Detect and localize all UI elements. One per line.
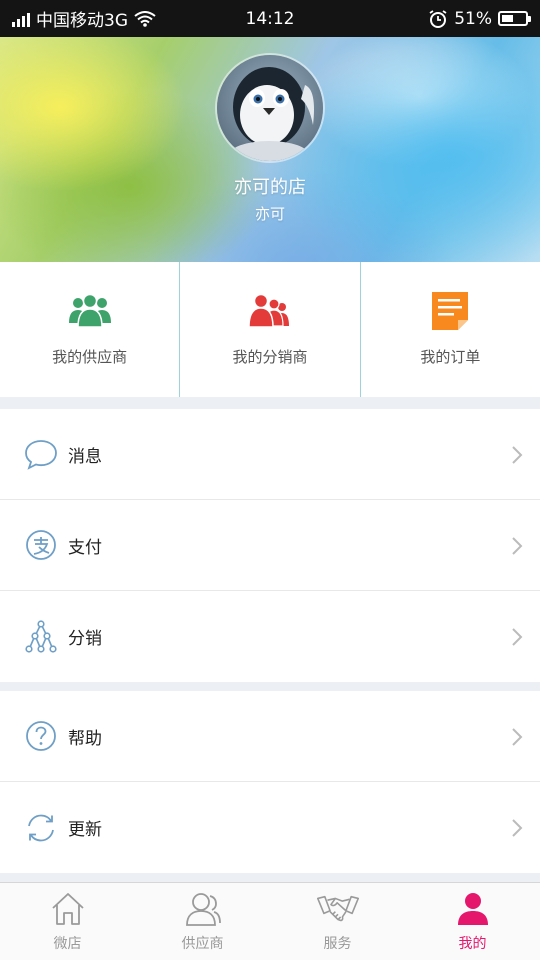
battery-icon bbox=[498, 11, 531, 26]
tab-mine[interactable]: 我的 bbox=[405, 883, 540, 960]
chevron-right-icon bbox=[512, 728, 523, 746]
shop-name: 亦可的店 bbox=[234, 177, 306, 198]
bottom-tab-bar: 微店 供应商 服务 我的 bbox=[0, 882, 540, 960]
payment-icon bbox=[24, 528, 58, 562]
battery-percent: 51% bbox=[454, 8, 492, 29]
shop-home-icon bbox=[46, 889, 90, 929]
user-name: 亦可 bbox=[254, 205, 285, 223]
my-orders-label: 我的订单 bbox=[420, 348, 481, 366]
avatar[interactable] bbox=[215, 53, 325, 163]
handshake-icon bbox=[316, 889, 360, 929]
alarm-icon bbox=[429, 9, 447, 28]
menu-group-1: 消息 支付 分销 bbox=[0, 409, 540, 682]
my-suppliers-label: 我的供应商 bbox=[52, 348, 128, 366]
menu-label: 更新 bbox=[68, 820, 102, 840]
my-orders-button[interactable]: 我的订单 bbox=[359, 262, 540, 397]
distribution-icon bbox=[24, 619, 58, 654]
suppliers-icon bbox=[66, 290, 114, 332]
supplier-person-icon bbox=[181, 889, 225, 929]
clock-time: 14:12 bbox=[245, 8, 295, 29]
tab-label: 服务 bbox=[323, 936, 352, 952]
quick-links: 我的供应商 我的分销商 我的订单 bbox=[0, 262, 540, 397]
profile-banner: 亦可的店 亦可 bbox=[0, 37, 540, 262]
chevron-right-icon bbox=[512, 628, 523, 646]
status-bar: 中国移动3G 14:12 51% bbox=[0, 0, 540, 37]
chevron-right-icon bbox=[512, 819, 523, 837]
menu-item-update[interactable]: 更新 bbox=[0, 782, 540, 873]
distributors-icon bbox=[246, 290, 294, 332]
signal-icon bbox=[12, 11, 30, 27]
carrier-label: 中国移动3G bbox=[36, 11, 128, 31]
menu-label: 帮助 bbox=[68, 728, 102, 749]
menu-label: 消息 bbox=[68, 446, 102, 467]
my-suppliers-button[interactable]: 我的供应商 bbox=[0, 262, 179, 397]
tab-label: 我的 bbox=[458, 936, 487, 952]
chevron-right-icon bbox=[512, 446, 523, 464]
tab-label: 微店 bbox=[53, 936, 82, 952]
menu-item-messages[interactable]: 消息 bbox=[0, 409, 540, 500]
penguin-avatar-image bbox=[217, 55, 323, 161]
menu-item-distribution[interactable]: 分销 bbox=[0, 591, 540, 682]
tab-shop[interactable]: 微店 bbox=[0, 883, 135, 960]
menu-item-payment[interactable]: 支付 bbox=[0, 500, 540, 591]
menu-label: 分销 bbox=[68, 629, 102, 649]
menu-item-help[interactable]: 帮助 bbox=[0, 691, 540, 782]
message-icon bbox=[24, 437, 58, 471]
wifi-icon bbox=[134, 10, 156, 27]
menu-label: 支付 bbox=[68, 537, 102, 558]
user-icon bbox=[451, 889, 495, 929]
menu-group-2: 帮助 更新 bbox=[0, 691, 540, 873]
chevron-right-icon bbox=[512, 537, 523, 555]
my-distributors-label: 我的分销商 bbox=[232, 348, 308, 366]
tab-suppliers[interactable]: 供应商 bbox=[135, 883, 270, 960]
update-icon bbox=[24, 811, 58, 845]
my-distributors-button[interactable]: 我的分销商 bbox=[179, 262, 359, 397]
help-icon bbox=[24, 719, 58, 753]
tab-services[interactable]: 服务 bbox=[270, 883, 405, 960]
tab-label: 供应商 bbox=[181, 936, 224, 952]
orders-icon bbox=[426, 290, 474, 332]
